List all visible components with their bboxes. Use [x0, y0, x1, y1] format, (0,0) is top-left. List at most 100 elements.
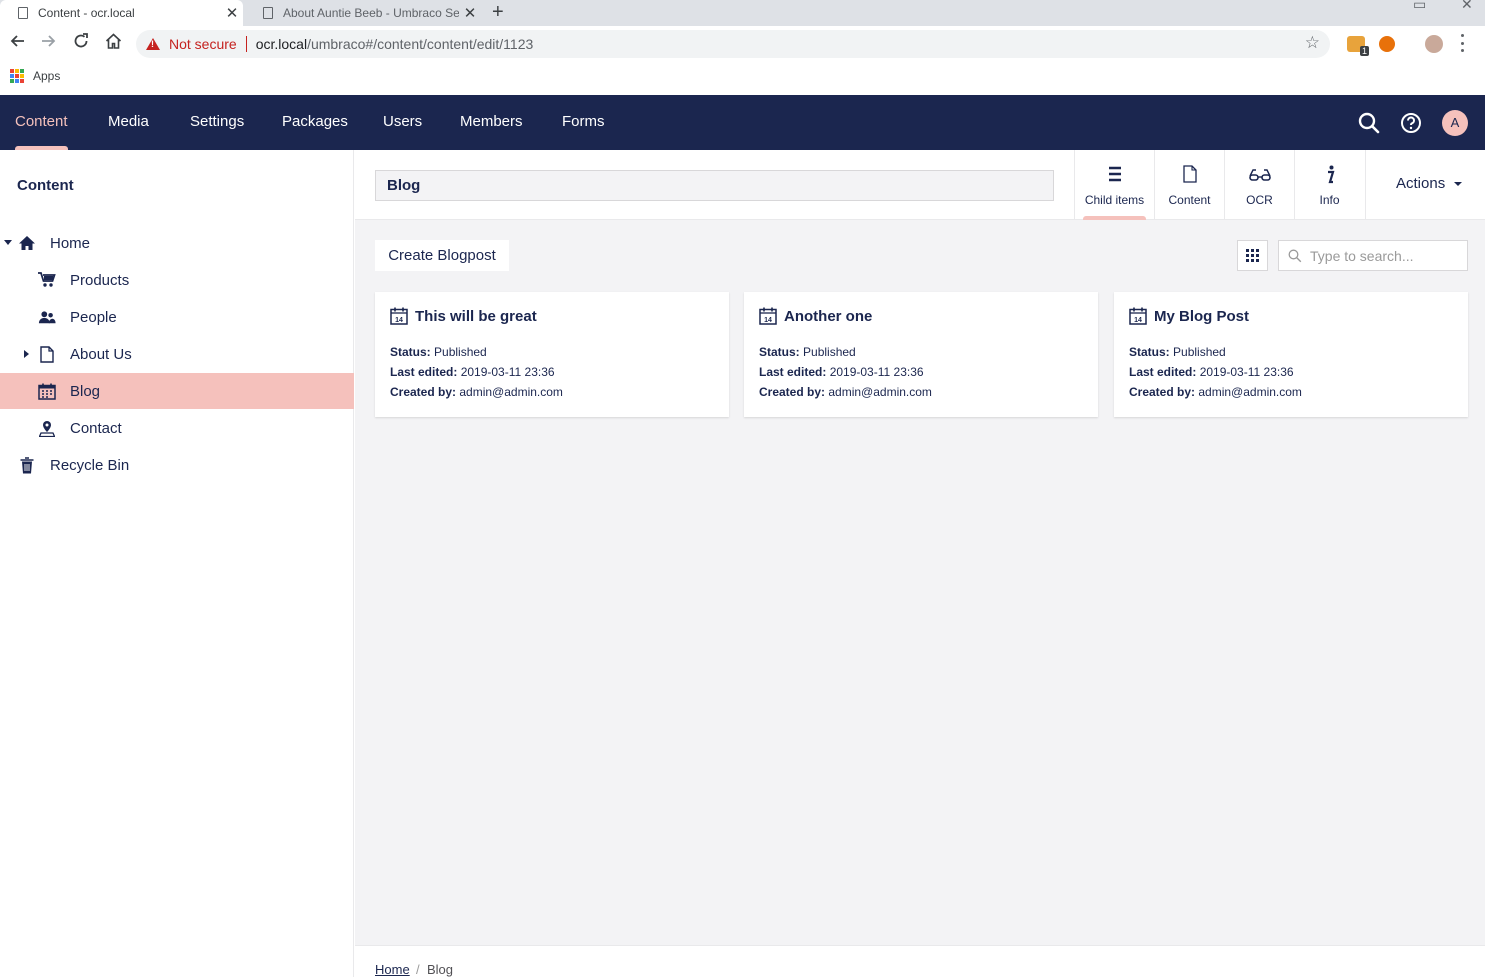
apps-link[interactable]: Apps: [33, 69, 60, 83]
svg-text:14: 14: [1134, 317, 1142, 324]
map-pin-icon: [38, 419, 56, 437]
section-packages[interactable]: Packages: [282, 95, 348, 150]
calendar-icon: 14: [1129, 307, 1147, 325]
divider: [245, 36, 247, 52]
status-label: Status:: [759, 345, 800, 359]
caret-right-icon[interactable]: [24, 350, 29, 358]
tab-ocr[interactable]: OCR: [1224, 150, 1294, 220]
created-value: admin@admin.com: [1198, 385, 1302, 399]
browser-tab-strip: Content - ocr.local ✕ About Auntie Beeb …: [0, 0, 1485, 26]
section-settings[interactable]: Settings: [190, 95, 244, 150]
status-value: Published: [1173, 345, 1226, 359]
section-members[interactable]: Members: [460, 95, 523, 150]
reload-icon[interactable]: [70, 32, 92, 54]
document-icon: [1155, 165, 1224, 187]
blogpost-card[interactable]: 14 Another one Status: Published Last ed…: [744, 292, 1098, 417]
tab-info[interactable]: Info: [1294, 150, 1364, 220]
tree-item-contact[interactable]: Contact: [0, 410, 354, 446]
tab-content[interactable]: Content: [1154, 150, 1224, 220]
tree-item-products[interactable]: Products: [0, 262, 354, 298]
users-icon: [38, 308, 56, 326]
tree-item-label: Recycle Bin: [50, 456, 130, 474]
actions-label: Actions: [1396, 175, 1446, 192]
search-field[interactable]: [1278, 240, 1468, 271]
minimize-icon[interactable]: ▭: [1413, 0, 1426, 13]
card-title-text: This will be great: [415, 307, 537, 325]
blogpost-card[interactable]: 14 This will be great Status: Published …: [375, 292, 729, 417]
created-value: admin@admin.com: [459, 385, 563, 399]
card-title-text: My Blog Post: [1154, 307, 1250, 325]
close-icon[interactable]: ✕: [459, 4, 481, 22]
section-users[interactable]: Users: [383, 95, 422, 150]
tree-item-people[interactable]: People: [0, 299, 354, 335]
node-name-input[interactable]: [375, 170, 1054, 201]
section-content[interactable]: Content: [15, 95, 68, 150]
url-host: ocr.local: [255, 36, 308, 52]
actions-button[interactable]: Actions: [1365, 150, 1485, 220]
status-value: Published: [803, 345, 856, 359]
search-icon[interactable]: [1358, 112, 1380, 134]
help-icon[interactable]: [1400, 112, 1422, 134]
browser-tab-about[interactable]: About Auntie Beeb - Umbraco Se ✕: [245, 0, 481, 26]
card-created-by: Created by: admin@admin.com: [390, 385, 563, 399]
warning-icon: [146, 38, 160, 50]
tab-label: Info: [1319, 193, 1340, 207]
tree-item-label: People: [70, 308, 117, 326]
profile-avatar-icon[interactable]: [1425, 35, 1443, 53]
forward-icon[interactable]: [38, 32, 60, 54]
ublock-icon[interactable]: [1379, 36, 1395, 52]
bookmark-star-icon[interactable]: ☆: [1305, 33, 1320, 53]
apps-grid-icon[interactable]: [10, 69, 24, 83]
user-avatar[interactable]: A: [1442, 110, 1468, 136]
menu-kebab-icon[interactable]: [1461, 34, 1465, 52]
home-button-icon[interactable]: [102, 32, 124, 54]
status-label: Status:: [1129, 345, 1170, 359]
calendar-icon: [38, 382, 56, 400]
grid-view-toggle[interactable]: [1237, 240, 1268, 271]
card-title[interactable]: 14 Another one: [759, 307, 872, 325]
section-media[interactable]: Media: [108, 95, 149, 150]
page-icon: [18, 7, 28, 19]
tab-label: Child items: [1084, 193, 1145, 207]
edited-value: 2019-03-11 23:36: [1199, 365, 1294, 379]
back-icon[interactable]: [6, 32, 28, 54]
card-last-edited: Last edited: 2019-03-11 23:36: [390, 365, 555, 379]
caret-down-icon[interactable]: [4, 240, 12, 245]
window-close-icon[interactable]: ✕: [1461, 0, 1473, 13]
create-blogpost-button[interactable]: Create Blogpost: [375, 240, 509, 271]
tree-item-home[interactable]: Home: [0, 225, 354, 261]
section-forms[interactable]: Forms: [562, 95, 605, 150]
address-bar[interactable]: Not secure ocr.local /umbraco#/content/c…: [136, 30, 1330, 58]
card-title[interactable]: 14 This will be great: [390, 307, 537, 325]
created-value: admin@admin.com: [828, 385, 932, 399]
edited-label: Last edited:: [390, 365, 458, 379]
tree-item-label: Home: [50, 234, 91, 252]
card-created-by: Created by: admin@admin.com: [1129, 385, 1302, 399]
tab-child-items[interactable]: Child items: [1074, 150, 1154, 220]
browser-tab-content[interactable]: Content - ocr.local ✕: [0, 0, 243, 26]
tab-label: OCR: [1246, 193, 1273, 207]
created-label: Created by:: [390, 385, 457, 399]
blogpost-card[interactable]: 14 My Blog Post Status: Published Last e…: [1114, 292, 1468, 417]
breadcrumb-separator: /: [416, 962, 420, 977]
new-tab-icon[interactable]: +: [492, 0, 504, 26]
card-last-edited: Last edited: 2019-03-11 23:36: [1129, 365, 1294, 379]
editor-header: Child items Content OCR Info Actions: [355, 150, 1485, 220]
card-title[interactable]: 14 My Blog Post: [1129, 307, 1249, 325]
tree-item-label: Contact: [70, 419, 122, 437]
search-icon: [1288, 249, 1302, 262]
trash-icon: [18, 456, 36, 474]
close-icon[interactable]: ✕: [221, 4, 243, 22]
tree-item-blog[interactable]: Blog: [0, 373, 354, 409]
tree-item-about-us[interactable]: About Us: [0, 336, 354, 372]
status-label: Status:: [390, 345, 431, 359]
search-input[interactable]: [1310, 247, 1460, 264]
caret-down-icon: [1454, 182, 1463, 187]
tree-title: Content: [17, 177, 74, 194]
tree-item-recycle-bin[interactable]: Recycle Bin: [0, 447, 354, 483]
list-view: Create Blogpost 14 This will be great St…: [355, 220, 1485, 945]
breadcrumb-home-link[interactable]: Home: [375, 962, 410, 977]
edited-value: 2019-03-11 23:36: [829, 365, 924, 379]
extension-icon[interactable]: 1: [1347, 36, 1369, 56]
security-label: Not secure: [169, 36, 237, 52]
